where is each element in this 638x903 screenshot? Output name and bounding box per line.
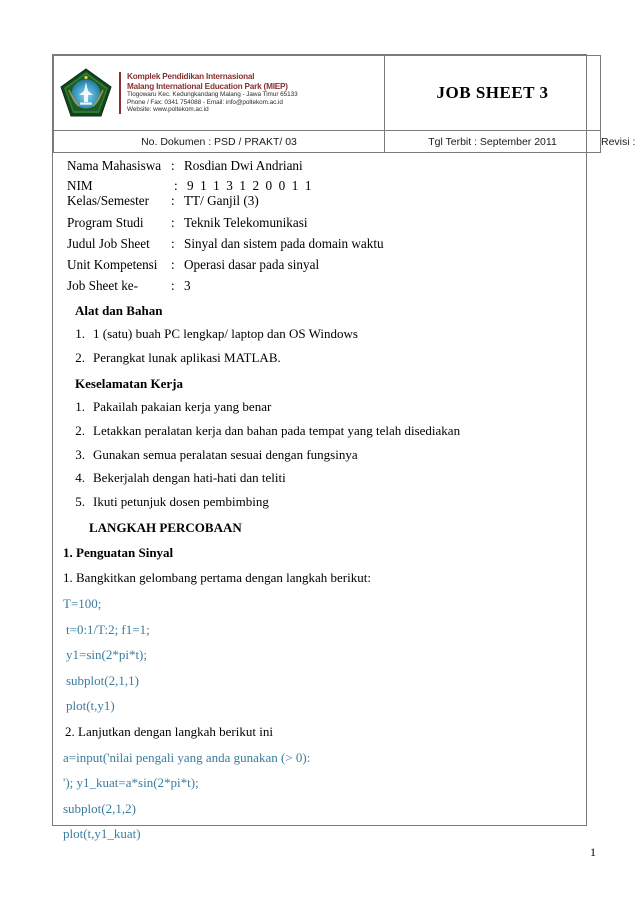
org-line-1: Komplek Pendidikan Internasional [127,72,255,81]
list-item-number: 2. [75,349,85,365]
code-line: y1=sin(2*pi*t); [66,647,147,663]
info-row: Judul Job Sheet : Sinyal dan sistem pada… [53,233,586,254]
list-item-text: Bekerjalah dengan hati-hati dan teliti [93,470,286,486]
org-website: Website: www.poltekom.ac.id [127,106,209,114]
list-item-number: 1. [75,399,85,415]
list-item: 4. Bekerjalah dengan hati-hati dan telit… [53,466,586,490]
list-item: 2. Letakkan peralatan kerja dan bahan pa… [53,419,586,443]
document-body: Nama Mahasiswa : Rosdian Dwi Andriani NI… [53,145,586,847]
info-row: Program Studi : Teknik Telekomunikasi [53,212,586,233]
list-item-text: Perangkat lunak aplikasi MATLAB. [93,349,281,365]
info-colon: : [171,193,175,209]
procedure-heading: LANGKAH PERCOBAAN [89,520,242,536]
info-value: Rosdian Dwi Andriani [184,158,303,173]
info-colon: : [174,178,178,194]
safety-section-heading: Keselamatan Kerja [75,376,183,392]
org-contact: Phone / Fax: 0341 754088 - Email: info@p… [127,98,283,106]
info-label: NIM [67,178,93,194]
info-colon: : [171,278,175,294]
procedure-step-2: 2. Lanjutkan dengan langkah berikut ini [65,723,273,739]
document-page: Komplek Pendidikan Internasional Malang … [0,0,638,903]
list-item-text: Ikuti petunjuk dosen pembimbing [93,493,269,509]
info-label: Nama Mahasiswa [67,158,162,173]
info-label: Judul Job Sheet [67,235,150,251]
info-value: 9 1 1 3 1 2 0 0 1 1 [187,178,314,194]
info-value: 3 [184,278,191,294]
code-line: '); y1_kuat=a*sin(2*pi*t); [63,775,199,791]
info-value: Teknik Telekomunikasi [184,214,308,230]
list-item-number: 3. [75,446,85,462]
code-line: plot(t,y1) [66,698,115,714]
list-item-text: Letakkan peralatan kerja dan bahan pada … [93,422,461,438]
info-colon: : [171,235,175,251]
info-value: Sinyal dan sistem pada domain waktu [184,235,384,251]
list-item-number: 4. [75,470,85,486]
org-address: Tlogowaru Kec. Kedungkandang Malang - Ja… [127,91,298,99]
list-item-text: Pakailah pakaian kerja yang benar [93,399,272,415]
list-item: 1. 1 (satu) buah PC lengkap/ laptop dan … [53,322,586,346]
code-line: t=0:1/T:2; f1=1; [66,621,150,637]
info-value: TT/ Ganjil (3) [184,193,259,209]
code-line: subplot(2,1,2) [63,800,136,816]
code-line: plot(t,y1_kuat) [63,826,141,842]
code-line: a=input('nilai pengali yang anda gunakan… [63,749,311,765]
safety-list: 1. Pakailah pakaian kerja yang benar 2. … [53,395,586,513]
student-info-list: Nama Mahasiswa : Rosdian Dwi Andriani NI… [53,145,586,296]
document-frame: Komplek Pendidikan Internasional Malang … [52,54,638,841]
org-line-2: Malang International Education Park (MIE… [127,81,288,91]
code-line: subplot(2,1,1) [66,672,139,688]
letterhead-text: Komplek Pendidikan Internasional Malang … [119,72,298,114]
letterhead-cell: Komplek Pendidikan Internasional Malang … [53,55,385,131]
info-row: Kelas/Semester : TT/ Ganjil (3) [53,193,586,211]
info-label: Unit Kompetensi [67,256,158,272]
list-item-number: 2. [75,422,85,438]
page-number: 1 [590,845,596,859]
info-colon: : [171,256,175,272]
list-item-number: 1. [75,326,85,342]
job-sheet-title: JOB SHEET 3 [384,55,601,131]
list-item-number: 5. [75,493,85,509]
info-label: Kelas/Semester [67,193,150,209]
info-row: Job Sheet ke- : 3 [53,275,586,296]
header-table: Komplek Pendidikan Internasional Malang … [53,55,638,153]
letterhead-block: Komplek Pendidikan Internasional Malang … [60,68,378,118]
info-label: Job Sheet ke- [67,278,139,294]
list-item: 1. Pakailah pakaian kerja yang benar [53,395,586,419]
procedure-subheading: 1. Penguatan Sinyal [63,545,174,561]
list-item-text: Gunakan semua peralatan sesuai dengan fu… [93,446,358,462]
tools-section-heading: Alat dan Bahan [75,303,163,319]
list-item: 5. Ikuti petunjuk dosen pembimbing [53,490,586,514]
institution-crest-icon [60,68,112,118]
header-row-letterhead: Komplek Pendidikan Internasional Malang … [53,55,601,131]
code-line: T=100; [63,595,102,611]
tools-list: 1. 1 (satu) buah PC lengkap/ laptop dan … [53,322,586,369]
info-value: Operasi dasar pada sinyal [184,256,320,272]
procedure-step-1: 1. Bangkitkan gelombang pertama dengan l… [63,570,371,586]
info-colon: : [171,158,175,173]
list-item: 2. Perangkat lunak aplikasi MATLAB. [53,346,586,370]
info-row: Nama Mahasiswa : Rosdian Dwi Andriani [53,155,586,176]
info-row: Unit Kompetensi : Operasi dasar pada sin… [53,254,586,275]
info-row: NIM : 9 1 1 3 1 2 0 0 1 1 [53,176,586,193]
list-item-text: 1 (satu) buah PC lengkap/ laptop dan OS … [93,326,358,342]
list-item: 3. Gunakan semua peralatan sesuai dengan… [53,443,586,467]
info-colon: : [171,214,175,230]
info-label: Program Studi [67,214,144,230]
